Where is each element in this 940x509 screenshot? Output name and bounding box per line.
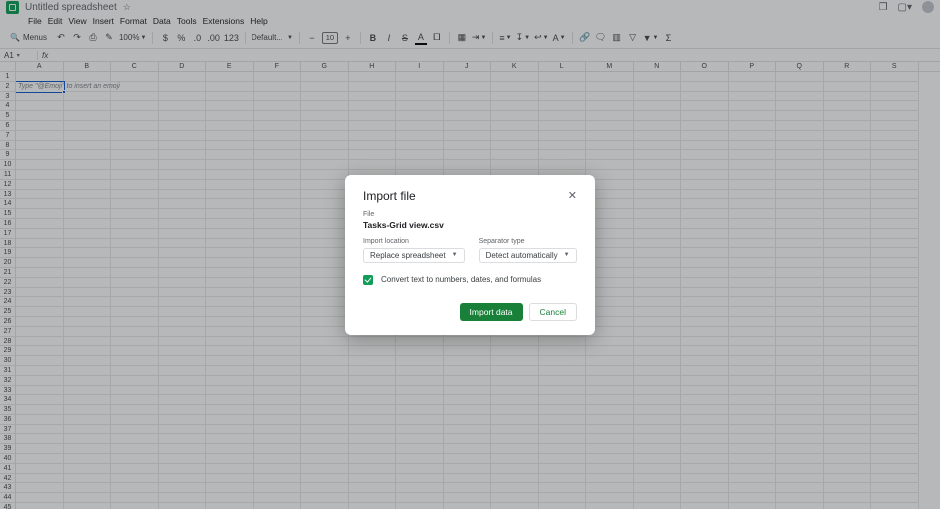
- separator-type-label: Separator type: [479, 238, 577, 245]
- import-location-select[interactable]: Replace spreadsheet ▼: [363, 248, 465, 263]
- dialog-title: Import file: [363, 189, 416, 203]
- separator-type-select[interactable]: Detect automatically ▼: [479, 248, 577, 263]
- cancel-button[interactable]: Cancel: [529, 303, 577, 321]
- chevron-down-icon: ▼: [452, 252, 458, 258]
- import-file-dialog: Import file ✕ File Tasks-Grid view.csv I…: [345, 175, 595, 335]
- import-location-label: Import location: [363, 238, 465, 245]
- file-label: File: [363, 211, 577, 218]
- import-location-value: Replace spreadsheet: [370, 251, 446, 260]
- separator-type-value: Detect automatically: [486, 251, 558, 260]
- close-icon[interactable]: ✕: [568, 189, 577, 202]
- file-name: Tasks-Grid view.csv: [363, 220, 577, 230]
- chevron-down-icon: ▼: [564, 252, 570, 258]
- modal-scrim[interactable]: Import file ✕ File Tasks-Grid view.csv I…: [0, 0, 940, 509]
- convert-text-label: Convert text to numbers, dates, and form…: [381, 275, 541, 284]
- convert-text-checkbox[interactable]: [363, 275, 373, 285]
- import-data-button[interactable]: Import data: [460, 303, 523, 321]
